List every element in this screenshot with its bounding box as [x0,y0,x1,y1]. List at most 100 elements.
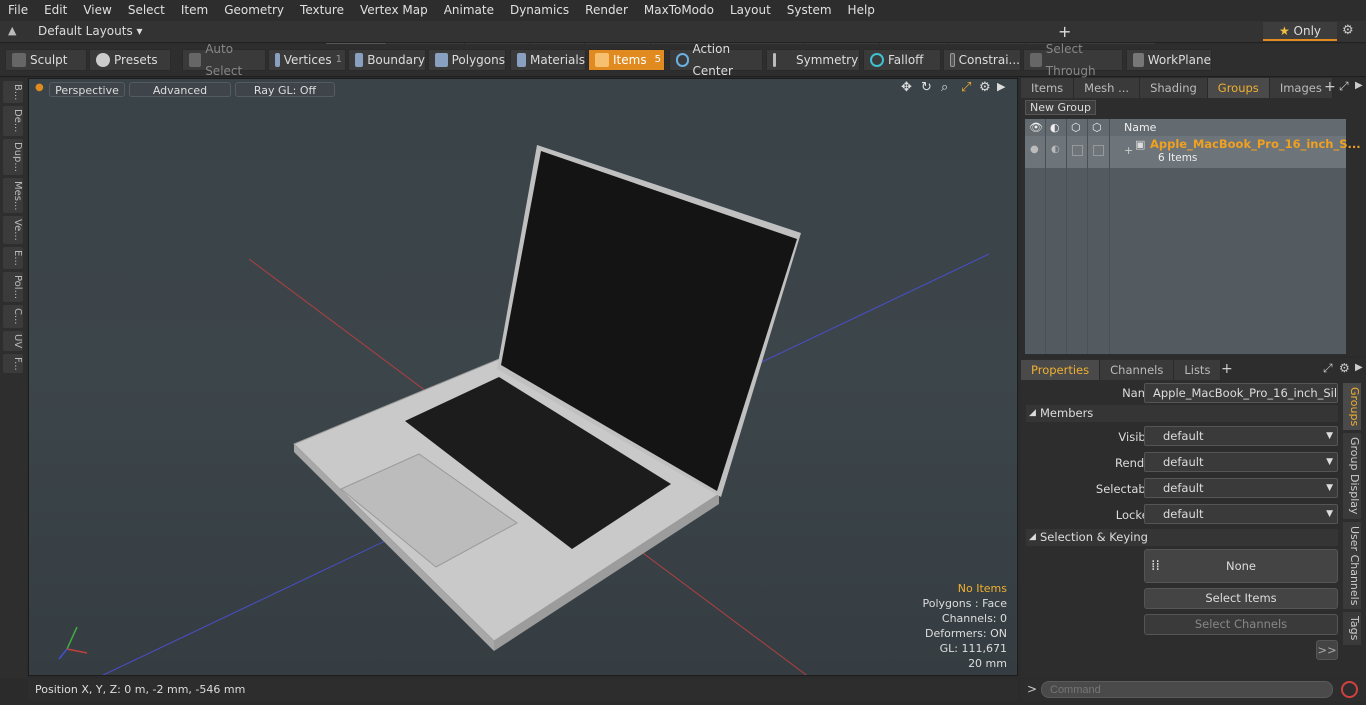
menu-animate[interactable]: Animate [436,0,502,21]
boundary-button[interactable]: Boundary [348,49,426,71]
perspective-button[interactable]: Perspective [49,82,125,97]
name-field[interactable]: Apple_MacBook_Pro_16_inch_Silver (: [1144,383,1338,403]
only-toggle[interactable]: ★ Only [1263,22,1337,41]
materials-button[interactable]: Materials [510,49,586,71]
menu-select[interactable]: Select [120,0,173,21]
side-tab-group-display[interactable]: Group Display [1343,433,1361,519]
action-center-button[interactable]: Action Center [669,42,763,78]
fit-icon[interactable]: ⤢ [961,80,971,95]
properties-menu-arrow-icon[interactable]: ▶ [1355,362,1363,373]
left-strip-tab-9[interactable]: F... [3,353,23,374]
workplane-button[interactable]: WorkPlane [1126,49,1212,71]
gear-icon[interactable]: ⚙ [1342,23,1354,38]
left-strip-tab-6[interactable]: Pol... [3,271,23,302]
side-tab-user-channels[interactable]: User Channels [1343,521,1361,610]
zoom-icon[interactable]: ⌕ [941,80,948,95]
add-panel-tab-icon[interactable]: + [1324,79,1336,95]
new-group-button[interactable]: New Group [1025,100,1096,115]
menu-layout[interactable]: Layout [722,0,779,21]
viewport-gear-icon[interactable]: ⚙ [979,80,991,95]
properties-tab-properties[interactable]: Properties [1021,360,1101,380]
sculpt-button[interactable]: Sculpt [5,49,87,71]
collapse-arrow-icon[interactable]: ▲ [8,24,16,37]
menu-help[interactable]: Help [840,0,883,21]
menu-maxtomodo[interactable]: MaxToModo [636,0,722,21]
row-select-checkbox[interactable] [1093,145,1104,156]
lock-column-icon[interactable]: ⬡ [1071,119,1081,136]
eye-column-icon[interactable]: 👁 [1029,119,1043,136]
menu-dynamics[interactable]: Dynamics [502,0,577,21]
left-strip-tab-0[interactable]: B... [3,81,23,104]
expand-row-icon[interactable]: + [1124,144,1133,157]
menu-item[interactable]: Item [173,0,216,21]
selectable-dropdown[interactable]: default ▼ [1144,478,1338,498]
keying-none-button[interactable]: ⁞⁞ None [1144,549,1338,583]
side-tab-tags[interactable]: Tags [1343,612,1361,645]
row-lock-checkbox[interactable] [1072,145,1083,156]
panel-menu-arrow-icon[interactable]: ▶ [1355,80,1363,91]
left-strip-tab-5[interactable]: E... [3,247,23,269]
polygons-button[interactable]: Polygons [428,49,506,71]
menu-geometry[interactable]: Geometry [216,0,292,21]
right-tab-items[interactable]: Items [1021,78,1075,98]
layout-dropdown[interactable]: Default Layouts ▾ [38,24,143,38]
add-properties-tab-icon[interactable]: + [1221,361,1233,377]
properties-gear-icon[interactable]: ⚙ [1339,361,1350,375]
viewport-menu-arrow-icon[interactable]: ▶ [997,80,1005,93]
presets-button[interactable]: Presets [89,49,171,71]
left-strip-tab-7[interactable]: C... [3,304,23,328]
viewport-dot-icon[interactable]: ● [35,82,44,93]
rotate-icon[interactable]: ↻ [921,80,932,95]
render-value: default [1163,455,1204,469]
info-polygons: Polygons : Face [922,597,1007,610]
left-strip-tab-1[interactable]: De... [3,106,23,136]
advanced-button[interactable]: Advanced [129,82,231,97]
menu-edit[interactable]: Edit [36,0,75,21]
select-items-button[interactable]: Select Items [1144,588,1338,609]
menu-render[interactable]: Render [577,0,636,21]
selection-keying-section[interactable]: ◢ Selection & Keying [1026,529,1338,546]
locked-dropdown[interactable]: default ▼ [1144,504,1338,524]
right-tab-shading[interactable]: Shading [1140,78,1208,98]
auto-select-button[interactable]: Auto Select [182,42,266,78]
move-icon[interactable]: ✥ [901,80,912,95]
properties-tab-channels[interactable]: Channels [1100,360,1175,380]
left-strip-tab-8[interactable]: UV [3,330,23,351]
items-button[interactable]: Items 5 [588,49,665,71]
expand-panel-icon[interactable]: ⤢ [1339,79,1349,94]
name-value: Apple_MacBook_Pro_16_inch_Silver (: [1153,386,1338,400]
properties-tab-lists[interactable]: Lists [1174,360,1222,380]
left-strip-tab-2[interactable]: Dup... [3,138,23,175]
left-strip-tab-4[interactable]: Ve... [3,216,23,245]
constrain-button[interactable]: Constrai... [943,49,1021,71]
row-visibility-icon[interactable]: ● [1030,144,1039,155]
right-tab-groups[interactable]: Groups [1207,78,1270,98]
members-section[interactable]: ◢ Members [1026,405,1338,422]
menu-system[interactable]: System [779,0,840,21]
left-strip-tab-3[interactable]: Mes... [3,177,23,214]
command-input[interactable] [1041,681,1333,698]
select-through-button[interactable]: Select Through [1023,42,1123,78]
menu-file[interactable]: File [0,0,36,21]
select-column-icon[interactable]: ⬡ [1092,119,1102,136]
render-dropdown[interactable]: default ▼ [1144,452,1338,472]
3d-viewport[interactable]: ● Perspective Advanced Ray GL: Off ✥ ↻ ⌕… [28,78,1018,676]
select-channels-button[interactable]: Select Channels [1144,614,1338,635]
raygl-button[interactable]: Ray GL: Off [235,82,335,97]
render-column-icon[interactable]: ◐ [1050,119,1060,136]
visible-dropdown[interactable]: default ▼ [1144,426,1338,446]
menu-texture[interactable]: Texture [292,0,352,21]
right-tab-mesh[interactable]: Mesh ... [1074,78,1141,98]
expand-properties-icon[interactable]: ⤢ [1323,361,1333,376]
side-tab-groups[interactable]: Groups [1343,383,1361,431]
row-render-icon[interactable]: ◐ [1051,144,1060,155]
group-row[interactable]: ● ◐ + ▣ Apple_MacBook_Pro_16_inch_S... 6… [1025,136,1361,168]
falloff-button[interactable]: Falloff [863,49,941,71]
menu-vertex-map[interactable]: Vertex Map [352,0,436,21]
vertices-button[interactable]: Vertices 1 [268,49,346,71]
menu-view[interactable]: View [75,0,119,21]
more-button[interactable]: >> [1316,640,1338,660]
name-column-header[interactable]: Name [1124,119,1156,136]
record-icon[interactable] [1341,681,1358,698]
symmetry-button[interactable]: Symmetry [766,49,860,71]
